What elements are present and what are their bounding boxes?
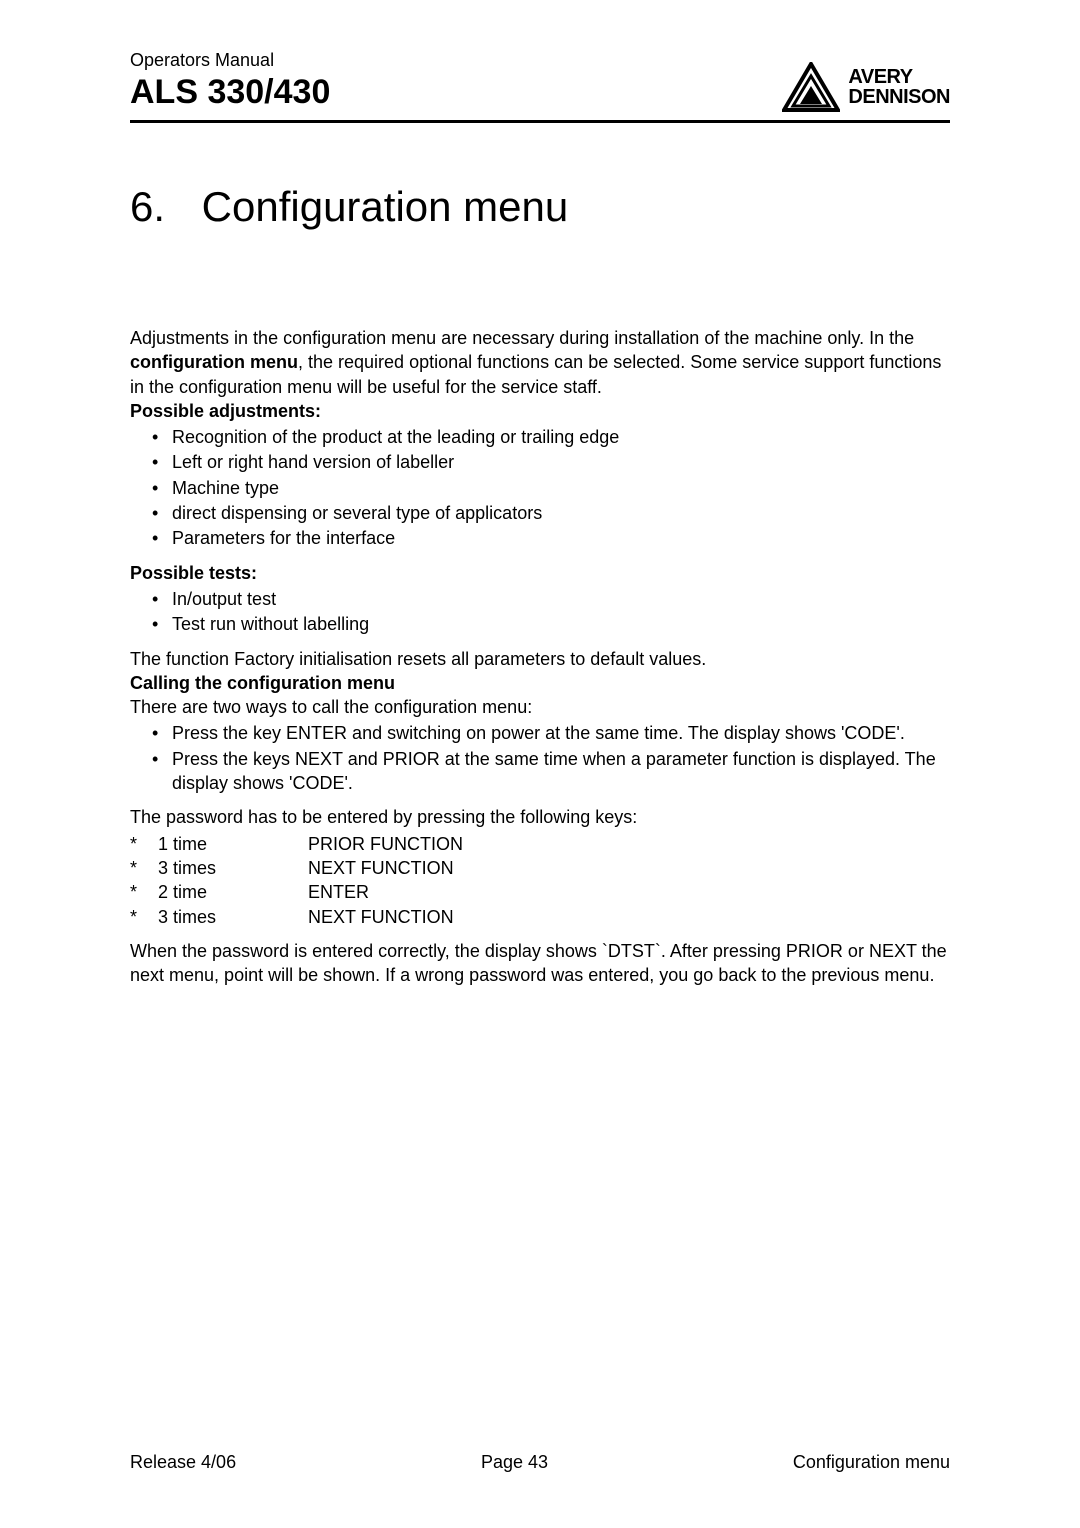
tests-list: In/output test Test run without labellin… (130, 587, 950, 637)
list-item: Recognition of the product at the leadin… (152, 425, 950, 449)
password-row: * 1 time PRIOR FUNCTION (130, 832, 950, 856)
intro-bold: configuration menu (130, 352, 298, 372)
list-item: In/output test (152, 587, 950, 611)
adjustments-heading: Possible adjustments: (130, 399, 950, 423)
password-row: * 2 time ENTER (130, 880, 950, 904)
footer-section: Configuration menu (793, 1452, 950, 1473)
list-item: Left or right hand version of labeller (152, 450, 950, 474)
product-model: ALS 330/430 (130, 73, 330, 112)
list-item: direct dispensing or several type of app… (152, 501, 950, 525)
brand-line1: AVERY (848, 67, 950, 87)
pw-star: * (130, 880, 158, 904)
pw-star: * (130, 832, 158, 856)
pw-times: 3 times (158, 856, 308, 880)
brand-line2: DENNISON (848, 87, 950, 107)
page-title: 6. Configuration menu (130, 183, 950, 231)
triangle-icon (782, 62, 840, 112)
password-row: * 3 times NEXT FUNCTION (130, 856, 950, 880)
pw-star: * (130, 856, 158, 880)
pw-key: NEXT FUNCTION (308, 905, 950, 929)
tests-heading: Possible tests: (130, 561, 950, 585)
password-table: * 1 time PRIOR FUNCTION * 3 times NEXT F… (130, 832, 950, 929)
pw-star: * (130, 905, 158, 929)
list-item: Machine type (152, 476, 950, 500)
password-row: * 3 times NEXT FUNCTION (130, 905, 950, 929)
pw-key: ENTER (308, 880, 950, 904)
pw-key: NEXT FUNCTION (308, 856, 950, 880)
list-item: Press the keys NEXT and PRIOR at the sam… (152, 747, 950, 796)
brand-text: AVERY DENNISON (848, 67, 950, 107)
body-content: Adjustments in the configuration menu ar… (130, 326, 950, 987)
chapter-number: 6. (130, 183, 190, 231)
page-header: Operators Manual ALS 330/430 AVERY DENNI… (130, 50, 950, 123)
list-item: Test run without labelling (152, 612, 950, 636)
calling-heading: Calling the configuration menu (130, 671, 950, 695)
pw-key: PRIOR FUNCTION (308, 832, 950, 856)
manual-type-label: Operators Manual (130, 50, 330, 71)
pw-times: 3 times (158, 905, 308, 929)
intro-paragraph: Adjustments in the configuration menu ar… (130, 326, 950, 399)
pw-times: 1 time (158, 832, 308, 856)
list-item: Parameters for the interface (152, 526, 950, 550)
footer-page-number: Page 43 (481, 1452, 548, 1473)
calling-list: Press the key ENTER and switching on pow… (130, 721, 950, 795)
footer-release: Release 4/06 (130, 1452, 236, 1473)
closing-paragraph: When the password is entered correctly, … (130, 939, 950, 988)
list-item: Press the key ENTER and switching on pow… (152, 721, 950, 745)
page-footer: Release 4/06 Page 43 Configuration menu (130, 1452, 950, 1473)
chapter-title-text: Configuration menu (202, 183, 569, 230)
brand-logo: AVERY DENNISON (782, 62, 950, 112)
password-intro: The password has to be entered by pressi… (130, 805, 950, 829)
calling-intro: There are two ways to call the configura… (130, 695, 950, 719)
pw-times: 2 time (158, 880, 308, 904)
header-left: Operators Manual ALS 330/430 (130, 50, 330, 112)
factory-reset-text: The function Factory initialisation rese… (130, 647, 950, 671)
intro-part1: Adjustments in the configuration menu ar… (130, 328, 914, 348)
adjustments-list: Recognition of the product at the leadin… (130, 425, 950, 550)
